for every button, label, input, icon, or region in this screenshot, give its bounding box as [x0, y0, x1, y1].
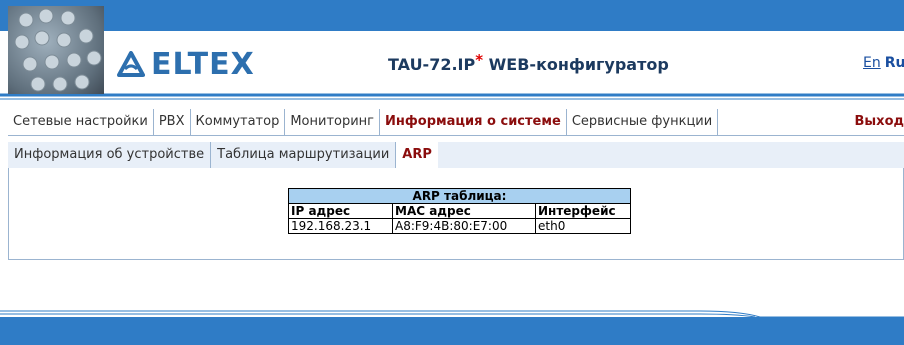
arp-table-header: IP адрес MAC адрес Интерфейс: [288, 203, 631, 219]
header: ELTEX TAU-72.IP* WEB-конфигуратор En Ru: [0, 0, 904, 100]
main-menu: Сетевые настройки PBX Коммутатор Монитор…: [8, 109, 904, 135]
menu-switch[interactable]: Коммутатор: [191, 109, 286, 135]
menu-network-settings[interactable]: Сетевые настройки: [8, 109, 154, 135]
table-row: 192.168.23.1 A8:F9:4B:80:E7:00 eth0: [288, 218, 631, 234]
column-interface: Интерфейс: [535, 203, 631, 219]
tab-arp[interactable]: ARP: [396, 142, 438, 168]
footer-bar: [0, 317, 904, 345]
column-ip: IP адрес: [288, 203, 393, 219]
tab-device-info[interactable]: Информация об устройстве: [8, 142, 212, 168]
cell-interface: eth0: [535, 218, 631, 234]
lang-en-link[interactable]: En: [863, 55, 881, 71]
language-switcher: En Ru: [863, 55, 904, 71]
menu-system-info[interactable]: Информация о системе: [380, 109, 567, 135]
menu-service-functions[interactable]: Сервисные функции: [567, 109, 719, 135]
menu-divider: [8, 135, 904, 136]
logo-text: ELTEX: [151, 46, 255, 82]
column-mac: MAC адрес: [392, 203, 536, 219]
arp-table: ARP таблица: IP адрес MAC адрес Интерфей…: [288, 188, 631, 234]
menu-pbx[interactable]: PBX: [154, 109, 191, 135]
app-subtitle: WEB-конфигуратор: [483, 55, 669, 74]
sub-menu: Информация об устройстве Таблица маршрут…: [8, 142, 904, 168]
arp-table-caption-row: ARP таблица:: [288, 188, 631, 204]
app-title: TAU-72.IP* WEB-конфигуратор: [388, 51, 669, 74]
arp-table-caption: ARP таблица:: [288, 188, 631, 204]
menu-monitoring[interactable]: Мониторинг: [285, 109, 381, 135]
header-photo: [8, 6, 104, 94]
cell-mac: A8:F9:4B:80:E7:00: [392, 218, 536, 234]
exit-button[interactable]: Выход: [850, 109, 904, 135]
eltex-logo: ELTEX: [117, 46, 255, 82]
lang-ru-link[interactable]: Ru: [885, 55, 904, 71]
tab-routing-table[interactable]: Таблица маршрутизации: [211, 142, 397, 168]
eltex-logo-icon: [117, 51, 145, 77]
device-name: TAU-72.IP: [388, 55, 476, 74]
unsaved-star: *: [475, 51, 484, 69]
cell-ip: 192.168.23.1: [288, 218, 393, 234]
